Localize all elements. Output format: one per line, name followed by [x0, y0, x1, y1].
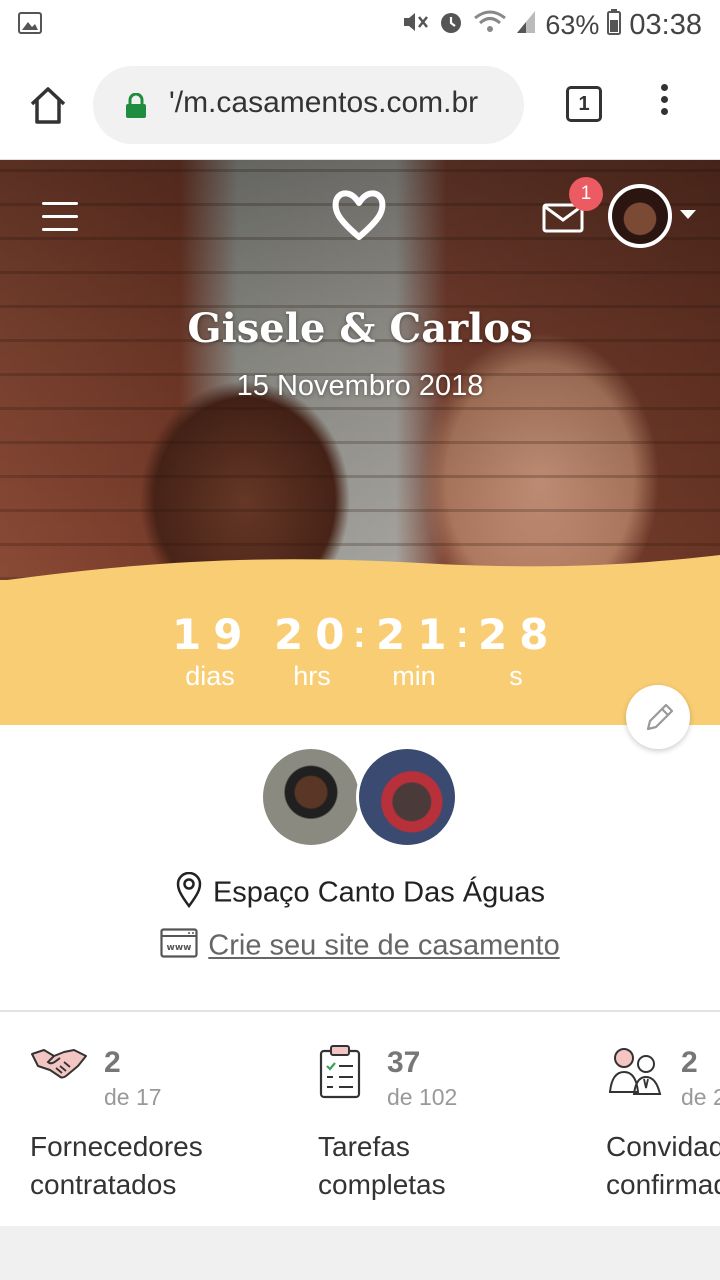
notification-badge: 1 [569, 177, 603, 211]
url-text: '/m.casamentos.com.br [169, 86, 479, 119]
bride-photo [260, 746, 362, 848]
create-site-label: Crie seu site de casamento [208, 929, 560, 962]
pencil-icon [646, 703, 674, 731]
location-pin-icon [175, 871, 203, 916]
handshake-icon [30, 1044, 88, 1089]
overflow-menu-icon[interactable] [654, 84, 674, 124]
hamburger-menu-icon[interactable] [42, 202, 78, 241]
wifi-icon [473, 9, 507, 42]
bottom-section-divider [0, 1226, 720, 1280]
venue-name: Espaço Canto Das Águas [212, 876, 546, 909]
tab-switcher-button[interactable]: 1 [566, 86, 602, 122]
mute-icon [401, 9, 429, 42]
checklist-icon [318, 1044, 362, 1105]
svg-text:www: www [167, 943, 192, 953]
avatar[interactable] [608, 184, 672, 248]
alarm-icon [437, 8, 465, 43]
edit-button[interactable] [626, 685, 690, 749]
stat-guests[interactable]: 2 de 2 Convidados confirmados [606, 1040, 720, 1220]
clock: 03:38 [629, 9, 702, 41]
wedding-countdown: 19 dias 20 hrs : 21 min : 28 s [0, 580, 720, 725]
couple-photos [260, 746, 460, 850]
lock-icon [125, 92, 147, 124]
countdown-hours: 20 hrs [274, 610, 357, 691]
wedding-date: 15 Novembro 2018 [236, 370, 484, 402]
signal-icon [515, 9, 537, 42]
couple-names: Gisele & Carlos [187, 305, 533, 352]
countdown-minutes: 21 min [376, 610, 459, 691]
groom-photo [356, 746, 458, 848]
address-bar[interactable]: '/m.casamentos.com.br [93, 66, 524, 144]
divider [0, 1010, 720, 1012]
hero-cover-photo: 1 Gisele & Carlos 15 Novembro 2018 [0, 160, 720, 580]
guests-icon [606, 1044, 664, 1101]
home-icon[interactable] [24, 82, 72, 130]
countdown-seconds: 28 s [478, 610, 561, 691]
browser-toolbar: '/m.casamentos.com.br 1 [0, 50, 720, 160]
countdown-separator: : [456, 614, 469, 656]
venue-info[interactable]: Espaço Canto Das Águas [0, 871, 720, 916]
heart-logo-icon[interactable] [328, 185, 390, 248]
website-icon: www [160, 928, 198, 966]
countdown-days: 19 dias [172, 610, 255, 691]
gallery-notification-icon [18, 12, 42, 39]
battery-icon [607, 9, 622, 42]
chevron-down-icon[interactable] [680, 210, 696, 219]
status-bar: 63% 03:38 [0, 0, 720, 50]
create-site-link[interactable]: www Crie seu site de casamento [0, 928, 720, 966]
countdown-separator: : [353, 614, 366, 656]
battery-percent: 63% [545, 10, 600, 40]
